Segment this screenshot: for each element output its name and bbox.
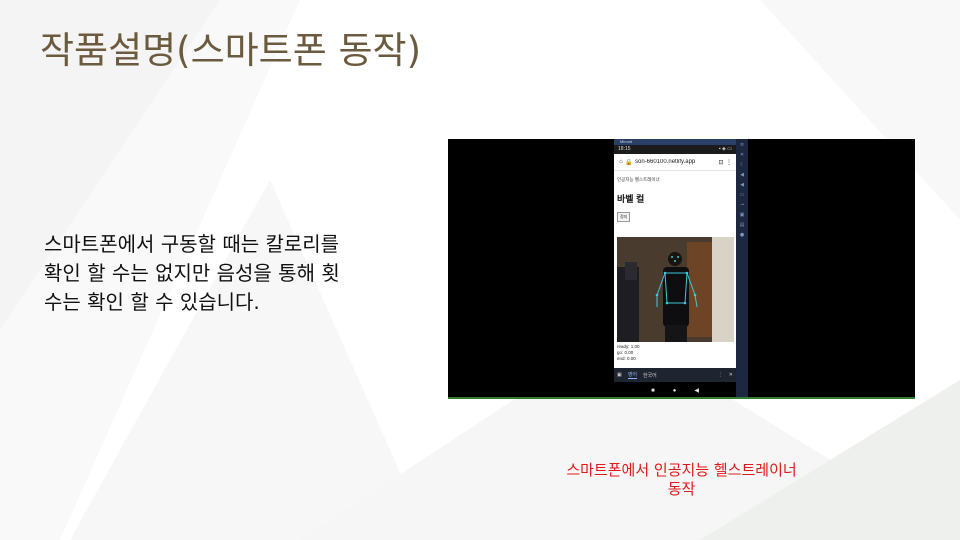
close-icon[interactable]: ✕ (729, 372, 733, 378)
toolbar-icon[interactable]: ≡ (740, 142, 744, 148)
status-bar: 18:15 ▪ ◈ ▭ (614, 145, 736, 154)
pose-overlay (617, 237, 734, 342)
slide-title: 작품설명(스마트폰 동작) (40, 29, 422, 72)
toolbar-icon[interactable]: → (740, 202, 744, 208)
stop-button[interactable]: 정지 (617, 212, 631, 222)
web-page: 인공지능 헬스트레이너 바벨 컬 정지 (614, 171, 736, 223)
toolbar-icon[interactable]: ✕ (740, 152, 744, 158)
back-icon[interactable]: ◀ (694, 387, 699, 394)
mirror-side-toolbar: ≡ ✕ ☾ ◀ ◀ ▭ → ▣ ▤ ● (736, 139, 748, 399)
toolbar-icon[interactable]: ▣ (740, 212, 745, 218)
tabs-icon[interactable]: ⊡ (717, 159, 725, 166)
translate-icon[interactable]: ▣ (617, 372, 622, 378)
phone-screen-video[interactable]: Mirroid 18:15 ▪ ◈ ▭ ⌂ 🔒 son-660100.netli… (448, 139, 915, 399)
page-heading: 바벨 컬 (617, 194, 645, 204)
tab-english[interactable]: 영어 (627, 371, 637, 379)
description-line: 스마트폰에서 구동할 때는 칼로리를 (44, 232, 340, 256)
more-vert-icon[interactable]: ⋮ (718, 372, 723, 378)
recent-apps-icon[interactable]: ■ (651, 388, 655, 394)
tab-korean[interactable]: 한국어 (643, 372, 657, 379)
url-text[interactable]: son-660100.netlify.app (633, 159, 717, 165)
description-text: 스마트폰에서 구동할 때는 칼로리를 확인 할 수는 없지만 음성을 통해 횟 … (44, 230, 434, 317)
toolbar-icon[interactable]: ● (740, 232, 744, 238)
caption-line: 동작 (667, 480, 696, 498)
status-time: 18:15 (618, 146, 631, 152)
browser-url-bar[interactable]: ⌂ 🔒 son-660100.netlify.app ⊡ ⋮ (614, 154, 736, 171)
description-line: 수는 확인 할 수 있습니다. (44, 290, 260, 314)
translate-bar: ▣ 영어 한국어 ⋮ ✕ (614, 368, 736, 382)
page-small-title: 인공지능 헬스트레이너 (617, 177, 660, 182)
pose-readouts: ready: 1.00 go: 0.00 end: 0.00 (617, 344, 640, 362)
description-line: 확인 할 수는 없지만 음성을 통해 횟 (44, 261, 340, 285)
frame-bottom-line (448, 397, 915, 399)
readout-line: end: 0.00 (617, 356, 636, 361)
home-button-icon[interactable]: ● (673, 388, 677, 394)
video-caption: 스마트폰에서 인공지능 헬스트레이너 동작 (520, 461, 843, 499)
toolbar-icon[interactable]: ◀ (740, 182, 744, 188)
webcam-feed (617, 237, 734, 342)
more-vert-icon[interactable]: ⋮ (725, 159, 733, 166)
home-icon[interactable]: ⌂ (617, 159, 625, 165)
status-icons: ▪ ◈ ▭ (718, 146, 732, 152)
phone-screen: Mirroid 18:15 ▪ ◈ ▭ ⌂ 🔒 son-660100.netli… (614, 139, 736, 399)
toolbar-icon[interactable]: ▤ (740, 222, 745, 228)
toolbar-icon[interactable]: ◀ (740, 172, 744, 178)
toolbar-icon[interactable]: ☾ (740, 162, 744, 168)
caption-line: 스마트폰에서 인공지능 헬스트레이너 (566, 461, 797, 479)
toolbar-icon[interactable]: ▭ (740, 192, 745, 198)
lock-icon: 🔒 (625, 159, 633, 166)
